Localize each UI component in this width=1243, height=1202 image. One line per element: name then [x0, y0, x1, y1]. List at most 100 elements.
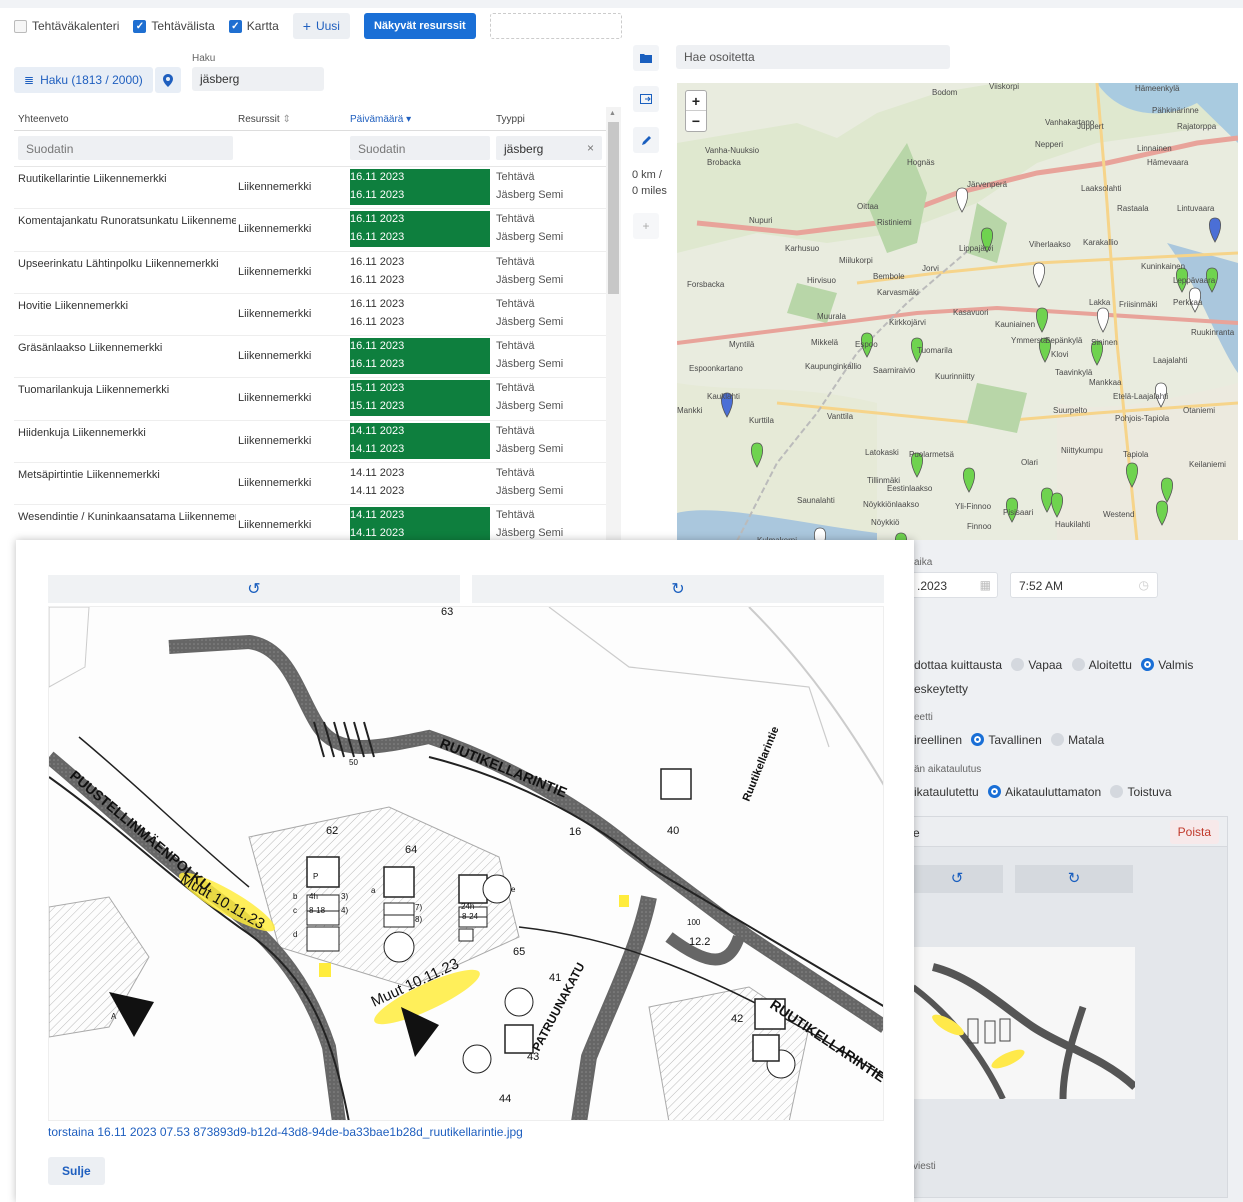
row-end-date: 16.11 2023	[350, 229, 490, 248]
table-row[interactable]: Metsäpirtintie Liikennemerkki Liikennemer…	[14, 463, 621, 506]
summary-filter[interactable]: Suodatin	[18, 136, 233, 160]
close-button[interactable]: Sulje	[48, 1157, 105, 1185]
row-end-date: 14.11 2023	[350, 440, 490, 459]
delete-button[interactable]: Poista	[1169, 820, 1219, 844]
priority-radio[interactable]	[1051, 733, 1065, 746]
map-marker-icon[interactable]	[1035, 307, 1049, 333]
row-resource: Liikennemerkki	[238, 519, 312, 532]
map-place-label: Espoo	[855, 340, 878, 349]
table-row[interactable]: Ruutikellarintie Liikennemerkki Liikennem…	[14, 167, 621, 210]
task-table: Yhteenveto Resurssit ⇕ Päivämäärä ▾ Tyyp…	[14, 107, 621, 542]
row-subtype: Jäsberg Semi	[496, 400, 564, 413]
plan-label: RUUTIKELLARINTIE	[438, 735, 569, 801]
schedule-option-label: Toistuva	[1127, 785, 1172, 799]
map-place-label: Bembole	[873, 272, 905, 281]
plan-number: 43	[527, 1051, 539, 1063]
plan-number: 41	[549, 972, 561, 984]
export-button[interactable]	[633, 86, 659, 112]
map-canvas: Bodom Viiskorpi Hämeenkylä Pähkinärinne Vanh…	[677, 83, 1238, 541]
visible-resources-button[interactable]: Näkyvät resurssit	[363, 13, 476, 39]
map-place-label: Leppävaara	[1173, 276, 1216, 285]
attachment-card: e Poista ↺ ↻ viesti	[910, 816, 1228, 1198]
map-place-label: Nupuri	[749, 216, 773, 225]
map-place-label: Espoonkartano	[689, 364, 743, 373]
table-row[interactable]: Gräsänlaakso Liikennemerkki Liikennemerkk…	[14, 336, 621, 379]
status-radio[interactable]	[1071, 658, 1085, 671]
rotate-right-button[interactable]: ↻	[472, 575, 884, 603]
search-button[interactable]: ≣ Haku (1813 / 2000)	[14, 67, 153, 93]
table-row[interactable]: Hiidenkuja Liikennemerkki Liikennemerkki 1…	[14, 421, 621, 464]
table-row[interactable]: Tuomarilankuja Liikennemerkki Liikennemer…	[14, 378, 621, 421]
map-marker-icon[interactable]	[962, 467, 976, 493]
map-view[interactable]: Bodom Viiskorpi Hämeenkylä Pähkinärinne Vanh…	[677, 83, 1238, 541]
map-marker-icon[interactable]	[1096, 307, 1110, 333]
scroll-thumb[interactable]	[608, 122, 619, 294]
plan-number: 65	[513, 946, 525, 958]
schedule-radio-selected[interactable]	[988, 785, 1002, 798]
image-file-link[interactable]: torstaina 16.11 2023 07.53 873893d9-b12d…	[48, 1125, 523, 1139]
scroll-up-icon[interactable]: ▲	[609, 110, 616, 117]
row-start-date: 16.11 2023	[350, 297, 405, 310]
map-place-label: Hämevaara	[1147, 158, 1189, 167]
status-radio[interactable]	[1011, 658, 1025, 671]
draw-button[interactable]	[633, 127, 659, 153]
map-place-label: Vanttila	[827, 412, 854, 421]
map-marker-icon[interactable]	[1032, 262, 1046, 288]
schedule-option-label: Aikatauluttamaton	[1005, 785, 1102, 799]
list-checkbox[interactable]: ✓ Tehtävälista	[133, 19, 215, 33]
task-details-panel: aika .2023 ▦ 7:52 AM ◷ dottaa kuittausta V…	[910, 540, 1243, 1202]
map-place-label: Laajalahti	[1153, 356, 1187, 365]
calendar-checkbox[interactable]: Tehtäväkalenteri	[14, 19, 119, 33]
schedule-radio[interactable]	[1110, 785, 1124, 798]
search-input[interactable]: jäsberg	[192, 67, 324, 91]
header-date[interactable]: Päivämäärä ▾	[350, 114, 411, 125]
rotate-left-button[interactable]: ↺	[48, 575, 460, 603]
clock-icon: ◷	[1138, 578, 1149, 592]
header-type[interactable]: Tyyppi	[496, 114, 525, 125]
time-input[interactable]: 7:52 AM ◷	[1010, 572, 1158, 598]
plan-number: 63	[441, 607, 453, 618]
map-marker-icon[interactable]	[1040, 487, 1054, 513]
header-resources[interactable]: Resurssit ⇕	[238, 114, 291, 125]
clear-icon[interactable]: ×	[587, 141, 594, 155]
row-subtype: Jäsberg Semi	[496, 231, 564, 244]
folder-button[interactable]	[633, 45, 659, 71]
new-button[interactable]: + Uusi	[292, 13, 350, 39]
table-row[interactable]: Upseerinkatu Lähtinpolku Liikennemerkki L…	[14, 252, 621, 294]
address-search-input[interactable]: Hae osoitetta	[676, 45, 950, 69]
plan-number: 50	[349, 758, 358, 767]
priority-urgent-label: ireellinen	[914, 733, 963, 747]
table-row[interactable]: Komentajankatu Runoratsunkatu Liikenneme…	[14, 209, 621, 252]
export-icon	[640, 94, 652, 104]
date-filter[interactable]: Suodatin	[350, 136, 490, 160]
zoom-out-button[interactable]: −	[686, 111, 706, 131]
map-place-label: Tapiola	[1123, 450, 1149, 459]
row-summary: Hovitie Liikennemerkki	[18, 299, 129, 312]
plan-number: 16	[569, 826, 581, 838]
schedule-label: än aikataulutus	[914, 764, 982, 775]
attachment-title: e	[913, 826, 920, 840]
priority-radio-selected[interactable]	[971, 733, 985, 746]
resources-select[interactable]	[489, 13, 622, 39]
map-marker-icon[interactable]	[1208, 217, 1222, 243]
table-row[interactable]: Wesendintie / Kuninkaansatama Liikenneme…	[14, 505, 621, 542]
attachment-thumbnail[interactable]	[913, 947, 1135, 1099]
schedule-radio-group: ikataulutettu Aikatauluttamaton Toistuva	[914, 785, 1172, 799]
add-point-button[interactable]: +	[633, 213, 659, 239]
map-place-label: Pisisaari	[1003, 508, 1033, 517]
map-place-label: Otaniemi	[1183, 406, 1215, 415]
row-type: Tehtävä	[496, 467, 535, 480]
type-filter[interactable]: jäsberg ×	[496, 136, 602, 160]
thumb-rotate-right-button[interactable]: ↻	[1015, 865, 1133, 893]
map-checkbox[interactable]: ✓ Kartta	[228, 19, 279, 33]
thumb-rotate-left-button[interactable]: ↺	[911, 865, 1003, 893]
status-interrupted-label: eskeytetty	[914, 682, 969, 696]
date-input[interactable]: .2023 ▦	[910, 572, 998, 598]
table-row[interactable]: Hovitie Liikennemerkki Liikennemerkki 16.1…	[14, 294, 621, 337]
zoom-in-button[interactable]: +	[686, 91, 706, 111]
location-button[interactable]	[155, 67, 181, 93]
header-summary[interactable]: Yhteenveto	[18, 114, 69, 125]
map-place-label: Nöykkiönlaakso	[863, 500, 920, 509]
row-start-date: 14.11 2023	[350, 507, 490, 526]
status-radio-selected[interactable]	[1141, 658, 1155, 671]
